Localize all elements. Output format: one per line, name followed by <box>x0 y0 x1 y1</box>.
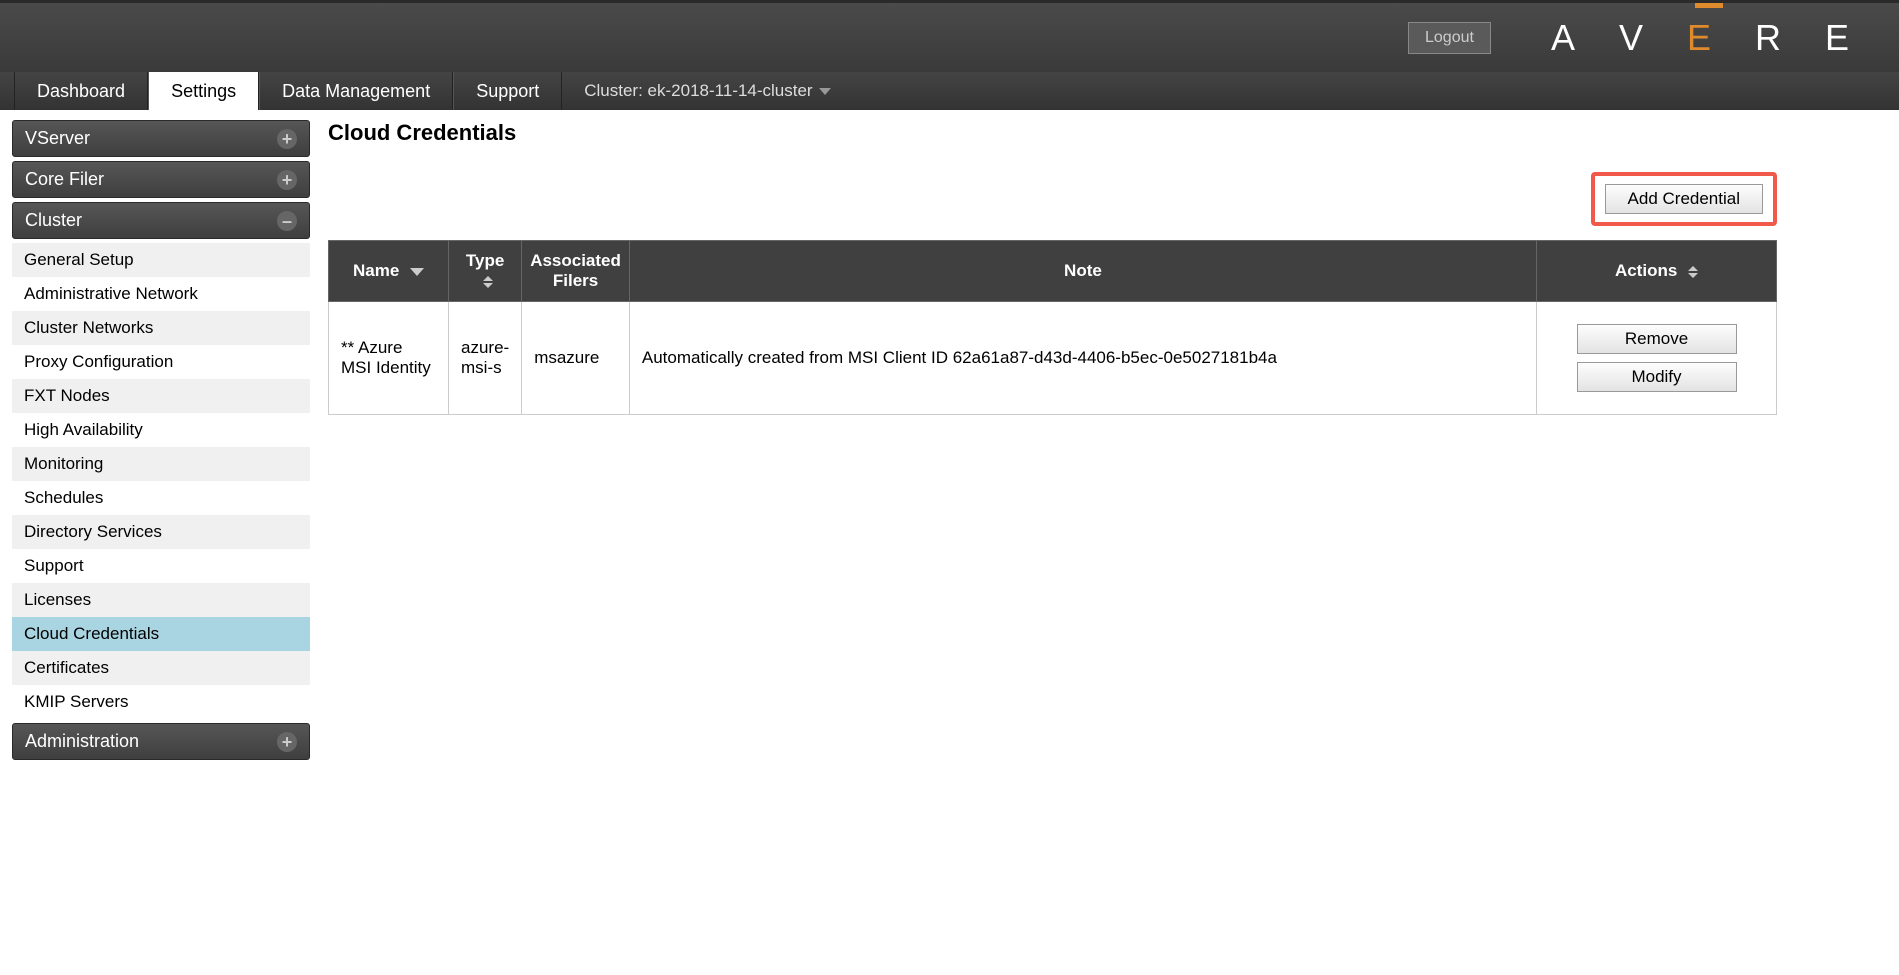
toolbar: Add Credential <box>328 172 1777 226</box>
sidebar-item-administrative-network[interactable]: Administrative Network <box>12 277 310 311</box>
col-header-label: Associated Filers <box>530 251 621 290</box>
cell-name: ** Azure MSI Identity <box>329 302 449 415</box>
modify-button[interactable]: Modify <box>1577 362 1737 392</box>
sidebar-section-administration[interactable]: Administration + <box>12 723 310 760</box>
chevron-down-icon <box>819 88 831 95</box>
col-header-name[interactable]: Name <box>329 241 449 302</box>
sidebar-item-cluster-networks[interactable]: Cluster Networks <box>12 311 310 345</box>
logo-bars-icon <box>1695 0 1723 8</box>
cell-actions: Remove Modify <box>1537 302 1777 415</box>
remove-button[interactable]: Remove <box>1577 324 1737 354</box>
minus-icon: – <box>277 211 297 231</box>
highlight-annotation: Add Credential <box>1591 172 1777 226</box>
sidebar-item-support[interactable]: Support <box>12 549 310 583</box>
sidebar-item-certificates[interactable]: Certificates <box>12 651 310 685</box>
col-header-type[interactable]: Type <box>449 241 522 302</box>
cell-associated-filers: msazure <box>522 302 630 415</box>
tab-support[interactable]: Support <box>453 72 562 110</box>
navbar: Dashboard Settings Data Management Suppo… <box>0 72 1899 110</box>
cell-type: azure-msi-s <box>449 302 522 415</box>
content: Cloud Credentials Add Credential Name Ty… <box>328 120 1887 764</box>
sidebar-item-kmip-servers[interactable]: KMIP Servers <box>12 685 310 719</box>
sidebar-item-high-availability[interactable]: High Availability <box>12 413 310 447</box>
sidebar-section-core-filer[interactable]: Core Filer + <box>12 161 310 198</box>
credentials-table: Name Type Associated Filers Note Actio <box>328 240 1777 415</box>
sidebar-section-label: Administration <box>25 731 139 752</box>
tab-dashboard[interactable]: Dashboard <box>14 72 148 110</box>
sidebar-section-label: Core Filer <box>25 169 104 190</box>
plus-icon: + <box>277 732 297 752</box>
logo: AV E RE <box>1551 17 1869 59</box>
logout-button[interactable]: Logout <box>1408 22 1491 54</box>
col-header-associated-filers[interactable]: Associated Filers <box>522 241 630 302</box>
sidebar-item-monitoring[interactable]: Monitoring <box>12 447 310 481</box>
col-header-label: Name <box>353 261 399 280</box>
col-header-actions[interactable]: Actions <box>1537 241 1777 302</box>
add-credential-button[interactable]: Add Credential <box>1605 184 1763 214</box>
sidebar-list-cluster: General Setup Administrative Network Clu… <box>12 243 310 719</box>
sidebar-item-cloud-credentials[interactable]: Cloud Credentials <box>12 617 310 651</box>
sidebar-section-cluster[interactable]: Cluster – <box>12 202 310 239</box>
cell-note: Automatically created from MSI Client ID… <box>629 302 1536 415</box>
cluster-label-text: Cluster: ek-2018-11-14-cluster <box>584 81 812 101</box>
sort-both-icon <box>483 276 493 288</box>
sidebar-item-fxt-nodes[interactable]: FXT Nodes <box>12 379 310 413</box>
table-row: ** Azure MSI Identity azure-msi-s msazur… <box>329 302 1777 415</box>
sort-both-icon <box>1688 266 1698 278</box>
topbar: Logout AV E RE <box>0 0 1899 72</box>
cluster-dropdown[interactable]: Cluster: ek-2018-11-14-cluster <box>562 72 852 110</box>
sidebar-section-vserver[interactable]: VServer + <box>12 120 310 157</box>
col-header-label: Note <box>1064 261 1102 280</box>
sidebar-section-label: VServer <box>25 128 90 149</box>
sidebar: VServer + Core Filer + Cluster – General… <box>12 120 310 764</box>
sidebar-item-general-setup[interactable]: General Setup <box>12 243 310 277</box>
plus-icon: + <box>277 170 297 190</box>
tab-data-management[interactable]: Data Management <box>259 72 453 110</box>
col-header-label: Type <box>466 251 504 270</box>
sidebar-item-schedules[interactable]: Schedules <box>12 481 310 515</box>
col-header-label: Actions <box>1615 261 1677 280</box>
tab-settings[interactable]: Settings <box>148 72 259 110</box>
col-header-note[interactable]: Note <box>629 241 1536 302</box>
sidebar-item-licenses[interactable]: Licenses <box>12 583 310 617</box>
page-title: Cloud Credentials <box>328 120 1777 146</box>
sidebar-section-label: Cluster <box>25 210 82 231</box>
sort-desc-icon <box>410 268 424 276</box>
sidebar-item-directory-services[interactable]: Directory Services <box>12 515 310 549</box>
plus-icon: + <box>277 129 297 149</box>
sidebar-item-proxy-configuration[interactable]: Proxy Configuration <box>12 345 310 379</box>
